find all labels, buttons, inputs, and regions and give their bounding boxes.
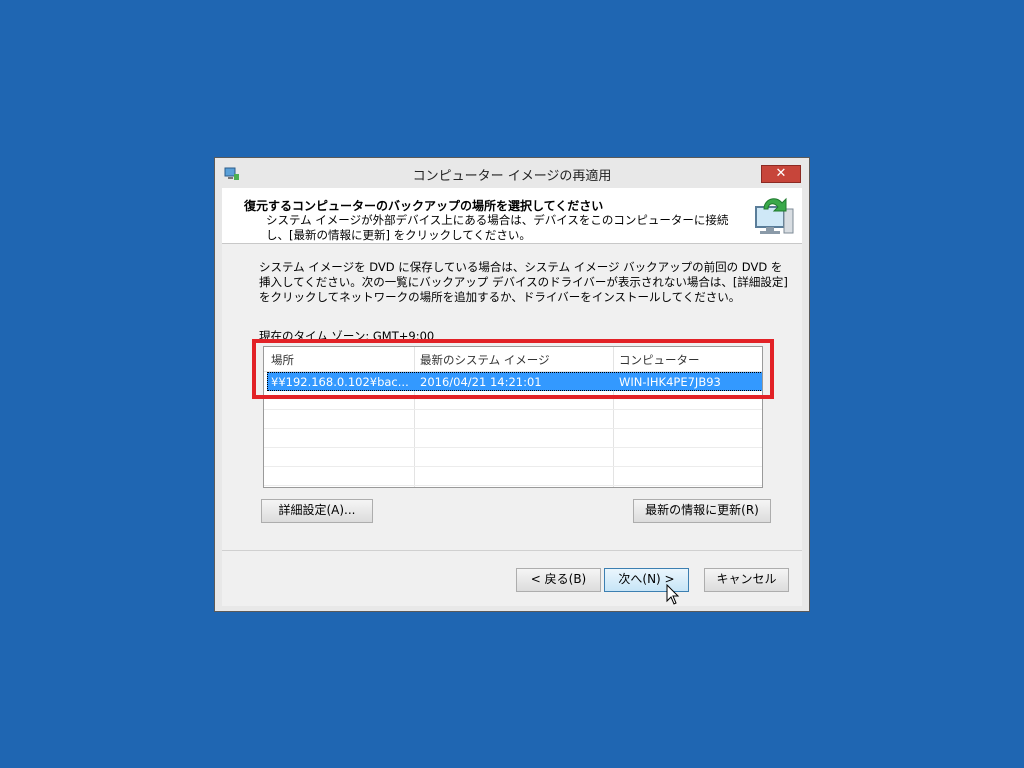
cancel-button[interactable]: キャンセル	[704, 568, 789, 592]
advanced-button[interactable]: 詳細設定(A)...	[261, 499, 373, 523]
empty-row	[264, 391, 762, 410]
back-button[interactable]: < 戻る(B)	[516, 568, 601, 592]
refresh-button[interactable]: 最新の情報に更新(R)	[633, 499, 771, 523]
wizard-header: 復元するコンピューターのバックアップの場所を選択してください システム イメージ…	[222, 188, 802, 244]
list-header: 場所 最新のシステム イメージ コンピューター	[264, 347, 762, 372]
empty-row	[264, 429, 762, 448]
empty-row	[264, 448, 762, 467]
timezone-label: 現在のタイム ゾーン: GMT+9:00	[259, 329, 435, 343]
table-row[interactable]: ¥¥192.168.0.102¥bac... 2016/04/21 14:21:…	[267, 372, 762, 391]
column-header-computer[interactable]: コンピューター	[619, 352, 700, 368]
cell-computer: WIN-IHK4PE7JB93	[619, 375, 721, 389]
backup-computer-icon	[755, 197, 794, 234]
backup-location-list[interactable]: 場所 最新のシステム イメージ コンピューター ¥¥192.168.0.102¥…	[263, 346, 763, 488]
divider	[222, 550, 802, 551]
header-description: システム イメージが外部デバイス上にある場合は、デバイスをこのコンピューターに接…	[266, 213, 729, 242]
window-title: コンピューター イメージの再適用	[412, 169, 612, 184]
close-button[interactable]: ✕	[761, 165, 801, 183]
header-title: 復元するコンピューターのバックアップの場所を選択してください	[244, 199, 604, 213]
close-icon: ✕	[775, 166, 787, 181]
empty-row	[264, 410, 762, 429]
cell-latest-image: 2016/04/21 14:21:01	[420, 375, 542, 389]
wizard-content: システム イメージを DVD に保存している場合は、システム イメージ バックア…	[222, 244, 802, 606]
dialog-window: コンピューター イメージの再適用 ✕ 復元するコンピューターのバックアップの場所…	[214, 157, 810, 612]
empty-row	[264, 467, 762, 486]
mouse-cursor-icon	[666, 584, 680, 605]
column-header-location[interactable]: 場所	[271, 352, 294, 368]
intro-text: システム イメージを DVD に保存している場合は、システム イメージ バックア…	[259, 260, 788, 304]
column-header-latest-image[interactable]: 最新のシステム イメージ	[420, 352, 550, 368]
cell-location: ¥¥192.168.0.102¥bac...	[271, 375, 409, 389]
title-bar[interactable]: コンピューター イメージの再適用 ✕	[215, 158, 809, 188]
